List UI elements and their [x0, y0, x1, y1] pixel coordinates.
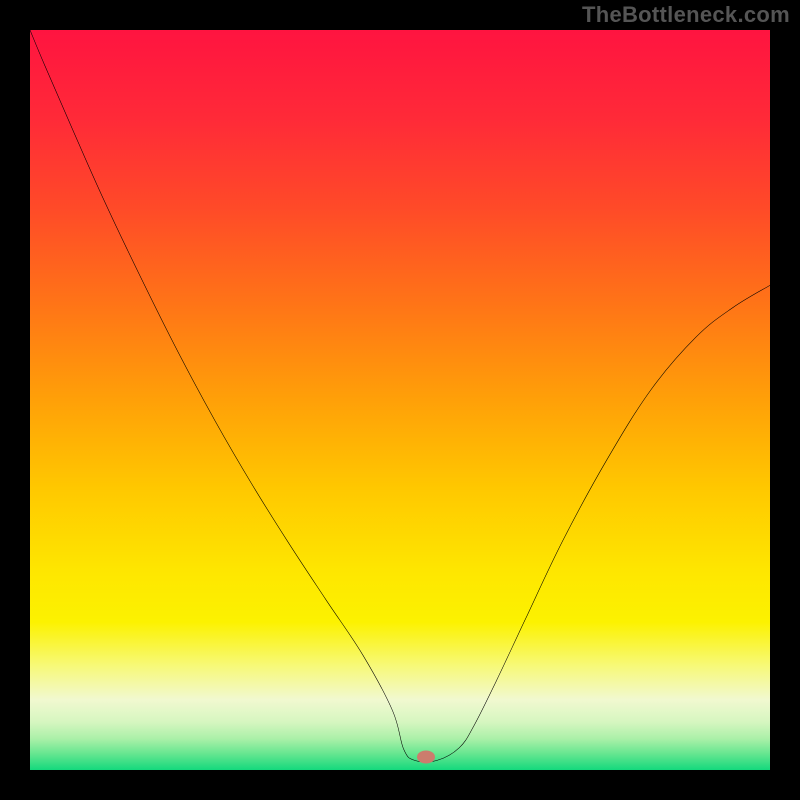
bottleneck-curve [30, 30, 770, 770]
plot-area [30, 30, 770, 770]
optimal-point-marker [417, 750, 435, 763]
chart-root: TheBottleneck.com [0, 0, 800, 800]
watermark-text: TheBottleneck.com [582, 2, 790, 28]
